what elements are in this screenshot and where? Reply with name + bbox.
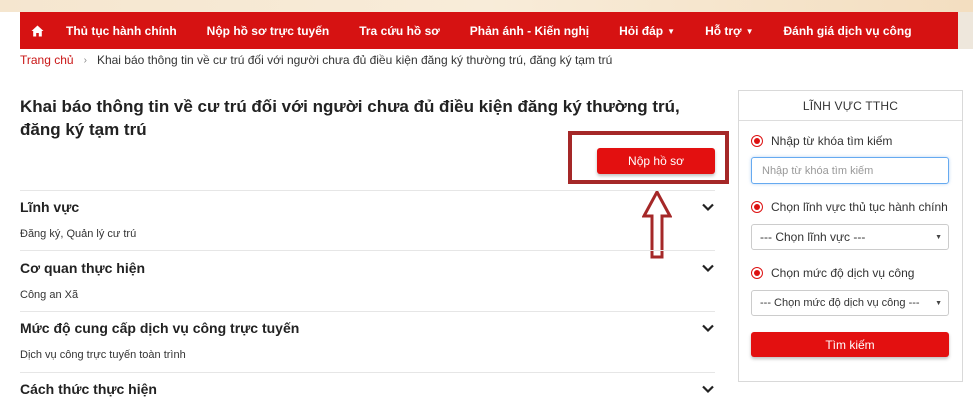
radio-keyword[interactable]: Nhập từ khóa tìm kiếm bbox=[751, 134, 892, 148]
home-icon bbox=[31, 25, 43, 36]
breadcrumb-home[interactable]: Trang chủ bbox=[20, 53, 74, 67]
section-muc-do[interactable]: Mức độ cung cấp dịch vụ công trực tuyến bbox=[20, 320, 715, 336]
caret-down-icon: ▼ bbox=[667, 26, 676, 36]
breadcrumb-current: Khai báo thông tin về cư trú đối với ngư… bbox=[96, 53, 613, 67]
divider bbox=[20, 311, 715, 312]
level-select[interactable]: --- Chọn mức độ dịch vụ công --- ▼ bbox=[751, 290, 949, 316]
page: Thủ tục hành chính Nộp hồ sơ trực tuyến … bbox=[0, 0, 973, 407]
keyword-search-input[interactable]: Nhập từ khóa tìm kiếm bbox=[751, 157, 949, 184]
section-value-muc-do: Dịch vụ công trực tuyến toàn trình bbox=[20, 349, 186, 361]
select-caret-icon: ▼ bbox=[935, 299, 942, 307]
section-cach-thuc[interactable]: Cách thức thực hiện bbox=[20, 381, 715, 397]
top-banner-strip bbox=[0, 0, 973, 12]
divider bbox=[20, 250, 715, 251]
section-value-linh-vuc: Đăng ký, Quản lý cư trú bbox=[20, 228, 137, 240]
select-caret-icon: ▼ bbox=[935, 233, 942, 241]
nav-item-thu-tuc[interactable]: Thủ tục hành chính bbox=[66, 24, 177, 38]
breadcrumb-separator: › bbox=[83, 54, 87, 66]
section-value-co-quan: Công an Xã bbox=[20, 289, 79, 301]
divider bbox=[20, 372, 715, 373]
chevron-down-icon[interactable] bbox=[701, 382, 715, 396]
radio-level[interactable]: Chọn mức độ dịch vụ công bbox=[751, 266, 914, 280]
radio-icon[interactable] bbox=[751, 201, 763, 213]
radio-icon[interactable] bbox=[751, 267, 763, 279]
nav-item-danh-gia[interactable]: Đánh giá dịch vụ công bbox=[784, 24, 912, 38]
main-navbar: Thủ tục hành chính Nộp hồ sơ trực tuyến … bbox=[20, 12, 958, 49]
chevron-down-icon[interactable] bbox=[701, 261, 715, 275]
sidebar-header: LĨNH VỰC TTHC bbox=[739, 91, 962, 121]
field-select[interactable]: --- Chọn lĩnh vực --- ▼ bbox=[751, 224, 949, 250]
nav-item-nop-ho-so[interactable]: Nộp hồ sơ trực tuyến bbox=[207, 24, 330, 38]
chevron-down-icon[interactable] bbox=[701, 321, 715, 335]
nav-item-phan-anh[interactable]: Phản ánh - Kiến nghị bbox=[470, 24, 589, 38]
divider bbox=[20, 190, 715, 191]
section-co-quan[interactable]: Cơ quan thực hiện bbox=[20, 260, 715, 276]
submit-application-button[interactable]: Nộp hồ sơ bbox=[597, 148, 715, 174]
radio-field[interactable]: Chọn lĩnh vực thủ tục hành chính bbox=[751, 200, 948, 214]
nav-item-tra-cuu[interactable]: Tra cứu hồ sơ bbox=[359, 24, 440, 38]
caret-down-icon: ▼ bbox=[745, 26, 754, 36]
breadcrumb: Trang chủ › Khai báo thông tin về cư trú… bbox=[20, 53, 612, 67]
radio-icon[interactable] bbox=[751, 135, 763, 147]
search-button[interactable]: Tìm kiếm bbox=[751, 332, 949, 357]
filter-sidebar: LĨNH VỰC TTHC Nhập từ khóa tìm kiếm Nhập… bbox=[738, 90, 963, 382]
chevron-down-icon[interactable] bbox=[701, 200, 715, 214]
section-linh-vuc[interactable]: Lĩnh vực bbox=[20, 199, 715, 215]
nav-side-edge bbox=[958, 12, 973, 49]
nav-item-hoi-dap[interactable]: Hỏi đáp ▼ bbox=[619, 24, 675, 38]
nav-item-ho-tro[interactable]: Hỗ trợ ▼ bbox=[705, 24, 753, 38]
nav-home[interactable] bbox=[20, 25, 54, 37]
